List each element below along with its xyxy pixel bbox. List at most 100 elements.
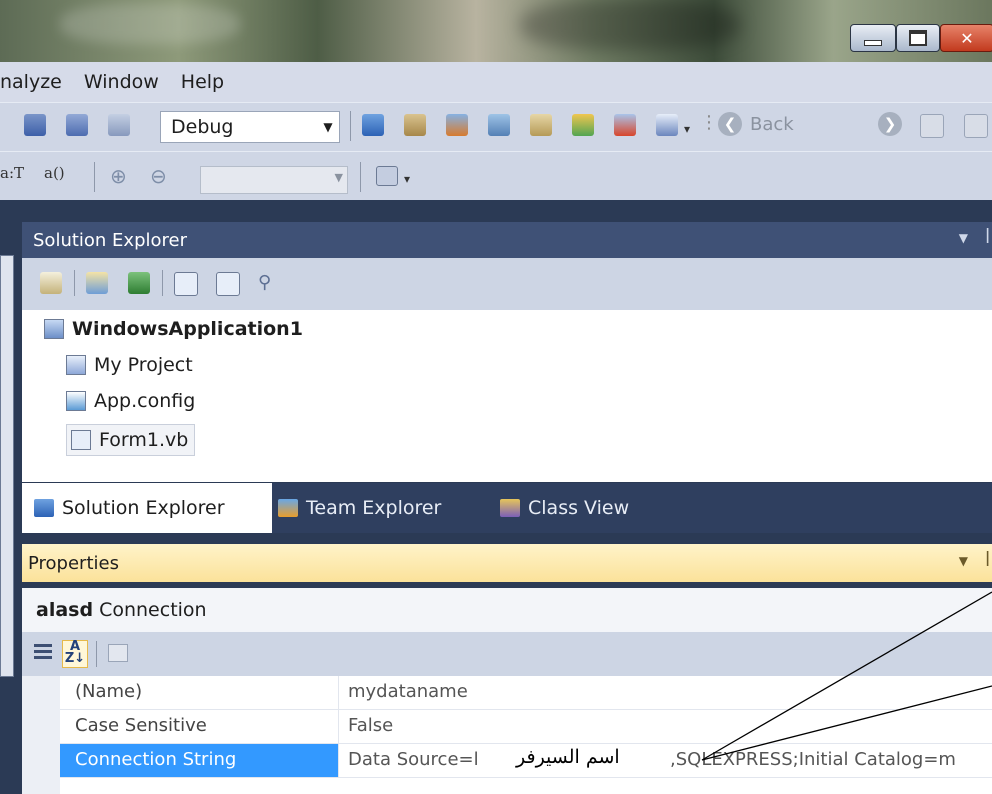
toolbar-separator (74, 270, 75, 296)
property-value-suffix[interactable]: ,SQLEXPRESS;Initial Catalog=m (670, 749, 956, 770)
object-name: alasd (36, 599, 94, 621)
server-explorer-icon[interactable] (572, 114, 594, 136)
window-title-bar: ✕ (0, 0, 992, 62)
my-project-icon (66, 355, 86, 375)
menu-analyze[interactable]: nalyze (0, 71, 62, 93)
back-label[interactable]: Back (750, 114, 794, 135)
back-arrow-icon[interactable]: ❮ (718, 112, 742, 136)
chevron-down-icon: ▼ (334, 171, 343, 184)
menu-help[interactable]: Help (181, 71, 224, 93)
properties-toolbar: A Z↓ (22, 632, 992, 676)
zoom-select[interactable]: ▼ (200, 166, 348, 194)
comment-icon[interactable] (66, 114, 88, 136)
close-button[interactable]: ✕ (940, 24, 992, 52)
forward-arrow-icon[interactable]: ❯ (878, 112, 902, 136)
close-icon: ✕ (960, 28, 974, 48)
solution-explorer-icon[interactable] (362, 114, 384, 136)
zoom-out-icon[interactable]: ⊖ (150, 164, 167, 188)
indent-icon[interactable] (24, 114, 46, 136)
refresh-icon[interactable] (128, 272, 150, 294)
toolbar2-text-item[interactable]: a:T (0, 164, 24, 182)
toolbar-grip-icon: ⋮ (700, 112, 718, 133)
pane-menu-icon[interactable]: ▼ (959, 231, 968, 245)
property-grid-gutter (22, 676, 60, 794)
tab-team-explorer[interactable]: Team Explorer (278, 483, 441, 533)
pin-icon[interactable]: ꟾ (985, 228, 990, 247)
project-name: WindowsApplication1 (72, 318, 303, 340)
output-icon[interactable] (656, 114, 678, 136)
solution-explorer-header: Solution Explorer ▼ ꟾ (22, 222, 992, 258)
tab-solution-explorer[interactable]: Solution Explorer (22, 483, 272, 533)
team-explorer-icon (278, 499, 298, 517)
left-docked-panel[interactable] (0, 255, 14, 677)
solution-tree: WindowsApplication1 My Project App.confi… (22, 310, 992, 482)
solution-configuration-select[interactable]: Debug ▼ (160, 111, 340, 143)
tree-item-selected[interactable]: Form1.vb (66, 424, 196, 456)
property-pages-icon[interactable] (108, 644, 128, 662)
toolbox-icon[interactable] (488, 114, 510, 136)
tree-item-label: App.config (94, 390, 196, 412)
toolbar-separator (162, 270, 163, 296)
tab-label: Solution Explorer (62, 497, 225, 519)
menu-bar: nalyze Window Help (0, 62, 992, 102)
tree-item[interactable]: App.config (66, 390, 195, 412)
view-code-icon[interactable] (174, 272, 198, 296)
toolbar-separator (350, 111, 351, 141)
properties-header: Properties ▼ ꟾ (22, 544, 992, 582)
toolbar-overflow-icon[interactable]: ▾ (404, 172, 410, 186)
minimize-button[interactable] (850, 24, 896, 52)
zoom-in-icon[interactable]: ⊕ (110, 164, 127, 188)
annotation-label: اسم السيرفر (512, 746, 624, 768)
configuration-value: Debug (171, 116, 234, 138)
column-splitter[interactable] (338, 710, 339, 743)
object-browser-icon[interactable] (446, 114, 468, 136)
form-file-icon (71, 430, 91, 450)
property-value-prefix[interactable]: Data Source=l (348, 749, 479, 770)
pin-icon[interactable]: ꟾ (985, 551, 990, 570)
property-name: (Name) (75, 681, 143, 702)
stop-icon[interactable] (920, 114, 944, 138)
tab-label: Class View (528, 497, 630, 519)
properties-title: Properties (28, 552, 119, 574)
class-view-icon (500, 499, 520, 517)
vb-project-icon (44, 319, 64, 339)
solution-explorer-toolbar: ⚲ (22, 258, 992, 310)
tab-class-view[interactable]: Class View (500, 483, 629, 533)
tree-item[interactable]: My Project (66, 354, 193, 376)
config-file-icon (66, 391, 86, 411)
outdent-icon[interactable] (108, 114, 130, 136)
maximize-icon (909, 30, 927, 46)
alphabetical-icon[interactable]: A Z↓ (62, 640, 88, 668)
chevron-down-icon: ▼ (323, 120, 333, 134)
toolbar2-text-item[interactable]: a() (44, 164, 65, 182)
tools-icon[interactable] (530, 114, 552, 136)
minimize-icon (864, 40, 882, 46)
column-splitter[interactable] (338, 676, 339, 709)
properties-object-selector[interactable]: alasd Connection (22, 588, 992, 632)
tree-root-item[interactable]: WindowsApplication1 (44, 318, 303, 340)
pane-menu-icon[interactable]: ▼ (959, 554, 968, 568)
column-splitter[interactable] (338, 744, 339, 777)
view-designer-icon[interactable] (216, 272, 240, 296)
tree-item-label: My Project (94, 354, 193, 376)
tab-label: Team Explorer (306, 497, 442, 519)
class-diagram-icon[interactable]: ⚲ (258, 272, 280, 294)
property-value[interactable]: mydataname (348, 681, 468, 702)
toolbar-overflow-icon[interactable]: ▾ (684, 122, 690, 136)
properties-icon[interactable] (404, 114, 426, 136)
layout-icon[interactable] (376, 166, 398, 186)
property-row[interactable]: (Name) mydataname (60, 676, 992, 710)
desktop-background (60, 4, 240, 44)
error-list-icon[interactable] (614, 114, 636, 136)
refresh-icon[interactable] (964, 114, 988, 138)
menu-window[interactable]: Window (84, 71, 159, 93)
property-value[interactable]: False (348, 715, 393, 736)
show-all-files-icon[interactable] (40, 272, 62, 294)
property-row[interactable]: Case Sensitive False (60, 710, 992, 744)
properties-page-icon[interactable] (86, 272, 108, 294)
toolbar-separator (94, 162, 95, 192)
categorized-icon[interactable] (34, 644, 52, 662)
maximize-button[interactable] (896, 24, 940, 52)
object-type: Connection (99, 599, 207, 621)
desktop-background-shade (520, 0, 740, 50)
